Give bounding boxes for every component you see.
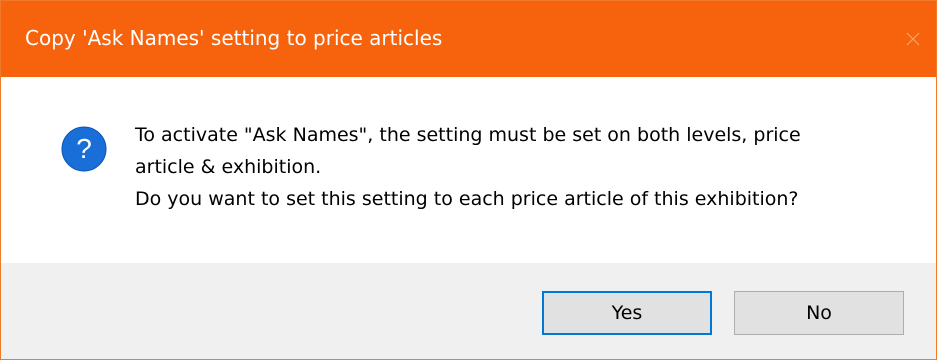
close-icon	[906, 32, 920, 46]
message-line: To activate "Ask Names", the setting mus…	[135, 124, 801, 146]
title-bar[interactable]: Copy 'Ask Names' setting to price articl…	[1, 1, 936, 77]
message-dialog: Copy 'Ask Names' setting to price articl…	[0, 0, 937, 360]
no-button[interactable]: No	[734, 291, 904, 335]
message-line: Do you want to set this setting to each …	[135, 188, 799, 210]
dialog-title: Copy 'Ask Names' setting to price articl…	[25, 26, 443, 50]
svg-text:?: ?	[76, 133, 92, 164]
button-bar: Yes No	[1, 263, 936, 359]
dialog-content: ? To activate "Ask Names", the setting m…	[1, 77, 936, 263]
close-button[interactable]	[890, 1, 936, 77]
message-text: To activate "Ask Names", the setting mus…	[135, 119, 895, 215]
message-line: article & exhibition.	[135, 156, 322, 178]
question-icon: ?	[61, 126, 107, 172]
yes-button[interactable]: Yes	[542, 291, 712, 335]
